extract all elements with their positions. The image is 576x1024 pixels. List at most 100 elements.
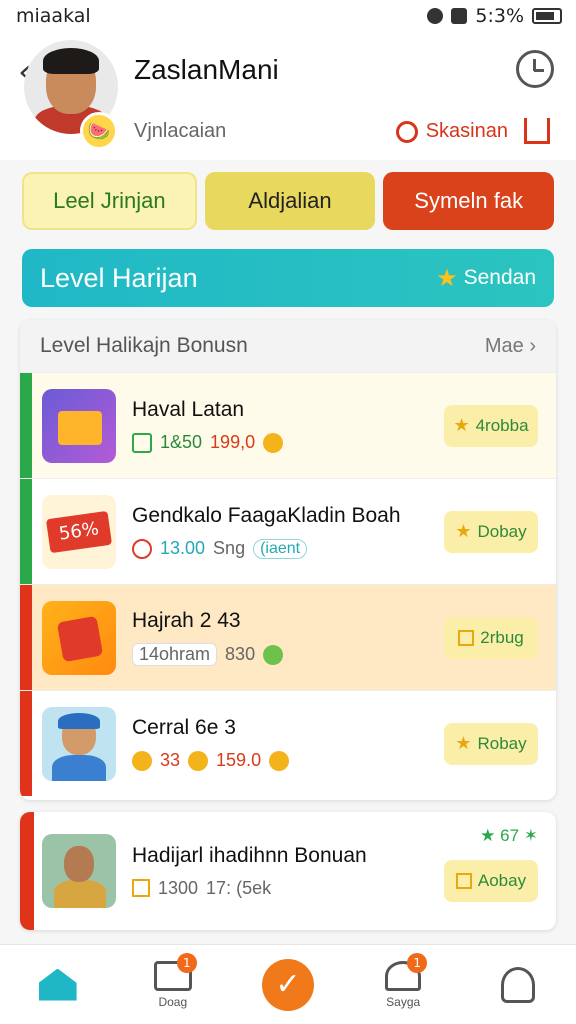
gift-badge: 1 (407, 952, 428, 973)
list-item[interactable]: Hajrah 2 43 14ohram 830 2rbug (20, 584, 556, 690)
item-action-button[interactable]: 2rbug (444, 616, 538, 659)
bottom-nav: Doag 1 ✓ Sayga 1 (0, 944, 576, 1024)
nav-home[interactable] (18, 947, 98, 1023)
list-item[interactable]: Gendkalo FaagaKladin Boah 13.00 Sng (iae… (20, 478, 556, 584)
shopping-bag-thumbnail (42, 600, 116, 675)
tab-bar: Leel Jrinjan Aldjalian Symeln fak (22, 172, 555, 230)
item-meta: 1&50 199,0 (132, 432, 444, 453)
row-accent-bar (20, 479, 32, 584)
card-accent-bar (20, 812, 34, 930)
signal-icon (451, 8, 468, 24)
card-title: Hadijarl ihadihnn Bonuan (132, 843, 367, 867)
star-icon: ★ (436, 264, 458, 292)
list-header: Level Halikajn Bonusn Mae › (20, 320, 556, 372)
bell-icon (455, 873, 472, 889)
coin-icon (263, 432, 284, 453)
more-link[interactable]: Mae › (485, 335, 536, 358)
card-meta-b: 17: (5ek (206, 877, 272, 898)
item-action-label: 4robba (475, 415, 529, 435)
row-accent-bar (20, 585, 32, 690)
item-info: Gendkalo FaagaKladin Boah 13.00 Sng (iae… (116, 504, 444, 559)
avatar-hair (43, 48, 99, 74)
item-action-label: 2rbug (480, 627, 524, 647)
item-action-label: Dobay (477, 521, 527, 541)
status-icons: 5:3% (427, 5, 562, 27)
nav-check[interactable]: ✓ (248, 947, 328, 1023)
target-icon (132, 538, 152, 559)
item-action-button[interactable]: ★ 4robba (444, 404, 538, 447)
battery-percent: 5:3% (475, 5, 524, 27)
bonus-list: Level Halikajn Bonusn Mae › Haval Latan … (20, 320, 556, 800)
item-title: Haval Latan (132, 398, 245, 421)
item-meta-a: 33 (160, 750, 181, 770)
star-icon: ★ (455, 521, 472, 541)
header-action-label: Skasinan (425, 120, 508, 142)
user-icon (501, 966, 536, 1003)
card-action-button[interactable]: Aobay (444, 860, 538, 902)
list-item[interactable]: Cerral 6e 3 33 159.0 ★ Robay (20, 690, 556, 796)
item-action-button[interactable]: ★ Dobay (444, 510, 538, 553)
item-meta-b: 199,0 (210, 432, 256, 452)
card-action-label: Aobay (477, 871, 527, 890)
nav-profile[interactable] (478, 947, 558, 1023)
nav-bag-label: Doag (158, 994, 188, 1009)
nav-gift[interactable]: Sayga 1 (363, 947, 443, 1023)
banner-right-label: Sendan (463, 266, 536, 289)
coin-icon (269, 750, 290, 771)
person-thumbnail (42, 834, 116, 908)
item-meta: 14ohram 830 (132, 643, 444, 666)
status-bar: miaakal 5:3% (0, 0, 576, 32)
person-body (54, 880, 106, 908)
alarm-icon (427, 8, 444, 24)
card-note: 67 (500, 826, 520, 845)
row-accent-bar (20, 691, 32, 796)
gift-coin-icon (263, 644, 284, 665)
info-icon (395, 120, 418, 143)
card-meta-a: 1300 (158, 877, 199, 898)
share-icon[interactable] (524, 118, 550, 144)
item-meta-b: 159.0 (216, 750, 262, 770)
level-banner[interactable]: Level Harijan ★ Sendan (22, 249, 554, 307)
nav-bag[interactable]: Doag 1 (133, 947, 213, 1023)
person-head (64, 846, 94, 882)
home-icon (38, 968, 77, 1001)
bonus-card[interactable]: Hadijarl ihadihnn Bonuan 1300 17: (5ek ★… (20, 812, 556, 930)
discount-tag-thumbnail (42, 494, 116, 569)
item-meta: 33 159.0 (132, 750, 444, 771)
star-icon: ★ (453, 415, 470, 435)
tab-aldjalian[interactable]: Aldjalian (204, 172, 376, 230)
item-action-button[interactable]: ★ Robay (444, 722, 538, 765)
item-info: Cerral 6e 3 33 159.0 (116, 716, 444, 771)
list-title: Level Halikajn Bonusn (40, 334, 248, 357)
coin-icon (188, 750, 209, 771)
row-accent-bar (20, 373, 32, 478)
nav-gift-label: Sayga (386, 994, 421, 1009)
item-title: Hajrah 2 43 (132, 609, 241, 632)
tab-level[interactable]: Leel Jrinjan (22, 172, 197, 230)
item-meta-c: (iaent (253, 538, 308, 559)
box-icon (458, 629, 475, 646)
banner-right[interactable]: ★ Sendan (436, 264, 536, 293)
check-icon (132, 432, 152, 453)
item-info: Hajrah 2 43 14ohram 830 (116, 609, 444, 666)
fruit-badge-icon: 🍉 (80, 112, 118, 150)
item-info: Haval Latan 1&50 199,0 (116, 398, 444, 453)
item-meta-b: 830 (225, 644, 256, 664)
gift-box-thumbnail (42, 388, 116, 463)
check-icon: ✓ (261, 958, 314, 1011)
profile-name: ZaslanMani (134, 54, 279, 85)
coin-icon (132, 750, 152, 771)
item-action-label: Robay (477, 733, 527, 753)
profile-subtitle: Vjnlacaian (134, 120, 227, 142)
item-meta-a: 14ohram (132, 643, 218, 666)
person-cap (58, 712, 100, 729)
battery-icon (532, 8, 562, 24)
item-title: Cerral 6e 3 (132, 716, 236, 739)
tab-symeln[interactable]: Symeln fak (383, 172, 555, 230)
carrier-label: miaakal (16, 5, 91, 27)
header-action-link[interactable]: Skasinan (395, 120, 508, 143)
list-item[interactable]: Haval Latan 1&50 199,0 ★ 4robba (20, 372, 556, 478)
history-clock-icon[interactable] (516, 50, 554, 88)
item-meta-a: 13.00 (160, 538, 206, 558)
banner-title: Level Harijan (40, 262, 198, 293)
